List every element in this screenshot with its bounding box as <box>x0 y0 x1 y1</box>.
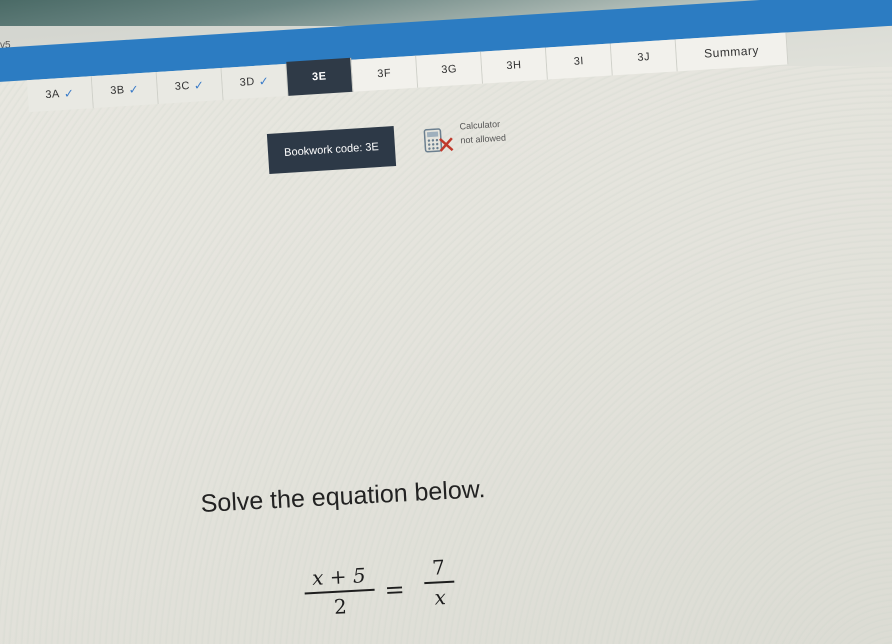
tab-3f[interactable]: 3F <box>351 55 419 92</box>
lhs-denominator: 2 <box>333 594 348 619</box>
tab-label: 3E <box>311 70 327 84</box>
bookwork-code-label: Bookwork code: 3E <box>283 141 380 159</box>
equation: x + 5 2 = 7 x <box>303 555 476 637</box>
tab-label: 3I <box>573 55 585 68</box>
calculator-status: Calculator not allowed <box>459 117 506 148</box>
check-icon: ✓ <box>63 86 75 101</box>
tab-label: 3G <box>440 63 458 77</box>
tab-3d[interactable]: 3D ✓ <box>221 63 289 100</box>
tab-label: 3D <box>239 75 256 89</box>
tab-label: 3A <box>45 88 61 102</box>
tab-3c[interactable]: 3C ✓ <box>156 67 224 104</box>
fraction-bar <box>424 580 455 585</box>
tab-label: Summary <box>703 43 760 61</box>
rhs-denominator: x <box>433 585 447 610</box>
calculator-crossed-icon <box>423 127 455 155</box>
tab-label: 3F <box>376 67 392 81</box>
tab-label: 3C <box>174 80 191 93</box>
check-icon: ✓ <box>128 82 140 97</box>
tab-label: 3J <box>637 51 651 64</box>
calculator-not-allowed: not allowed <box>460 132 507 146</box>
tab-3e[interactable]: 3E <box>286 57 354 96</box>
tab-3g[interactable]: 3G <box>416 51 484 88</box>
tab-3a[interactable]: 3A ✓ <box>26 76 94 113</box>
tab-3h[interactable]: 3H <box>481 47 548 84</box>
tab-label: 3B <box>109 84 126 97</box>
rhs-numerator: 7 <box>431 555 446 580</box>
lhs-fraction: x + 5 2 <box>303 563 376 621</box>
tab-label: 3H <box>506 59 522 73</box>
equals-sign: = <box>383 575 406 605</box>
check-icon: ✓ <box>258 74 270 89</box>
tab-3j[interactable]: 3J <box>610 39 678 76</box>
tab-3b[interactable]: 3B ✓ <box>91 72 159 109</box>
tab-3i[interactable]: 3I <box>545 43 613 80</box>
check-icon: ✓ <box>193 78 205 93</box>
tab-summary[interactable]: Summary <box>675 32 789 72</box>
rhs-fraction: 7 x <box>423 555 456 610</box>
lhs-numerator: x + 5 <box>311 563 367 591</box>
bookwork-code-badge: Bookwork code: 3E <box>266 126 397 174</box>
